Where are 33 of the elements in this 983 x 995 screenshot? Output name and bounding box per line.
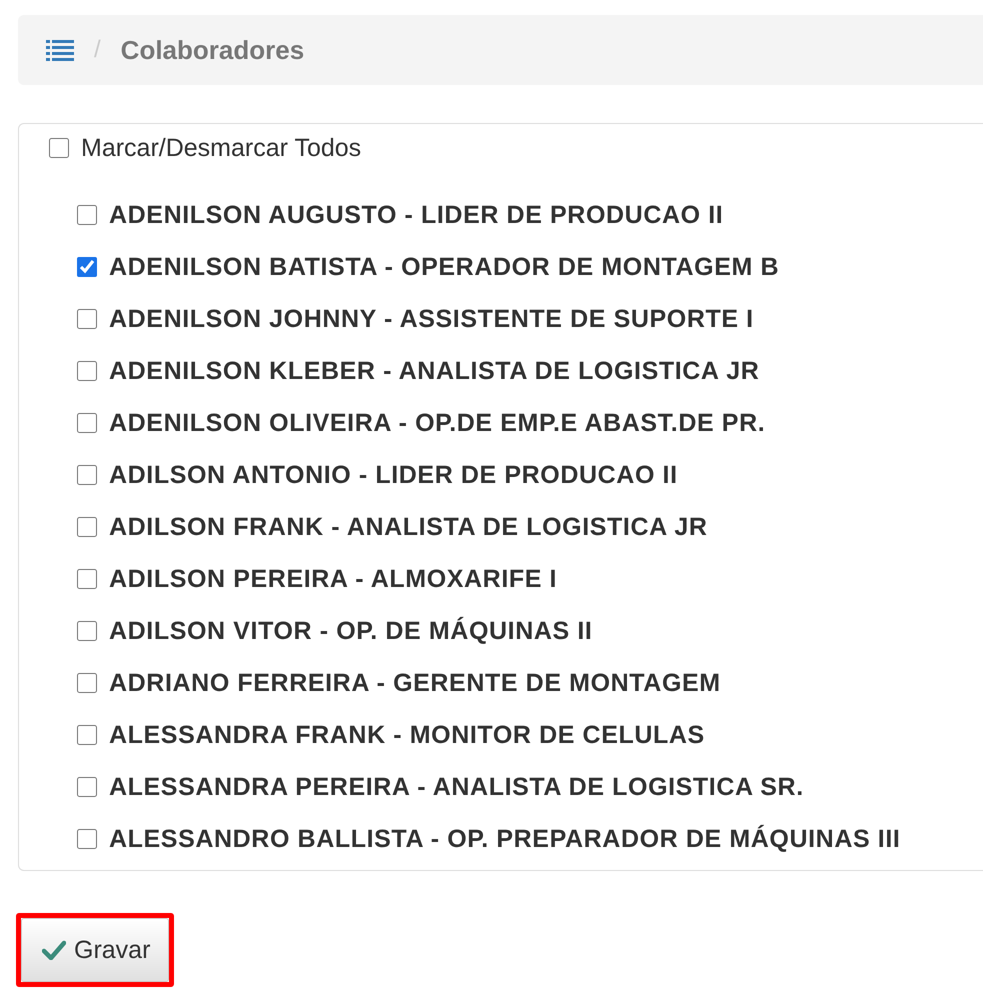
employee-checkbox[interactable] bbox=[77, 205, 97, 225]
employee-label[interactable]: ADENILSON AUGUSTO - LIDER DE PRODUCAO II bbox=[109, 200, 724, 230]
employee-label[interactable]: ADENILSON BATISTA - OPERADOR DE MONTAGEM B bbox=[109, 252, 780, 282]
employee-checkbox[interactable] bbox=[77, 465, 97, 485]
employee-label[interactable]: ADRIANO FERREIRA - GERENTE DE MONTAGEM bbox=[109, 668, 721, 698]
employee-label[interactable]: ALESSANDRA FRANK - MONITOR DE CELULAS bbox=[109, 720, 705, 750]
employee-label[interactable]: ADILSON VITOR - OP. DE MÁQUINAS II bbox=[109, 616, 592, 646]
employee-label[interactable]: ALESSANDRA PEREIRA - ANALISTA DE LOGISTICA SR. bbox=[109, 772, 804, 802]
employee-label[interactable]: ADILSON ANTONIO - LIDER DE PRODUCAO II bbox=[109, 460, 678, 490]
employee-checkbox[interactable] bbox=[77, 309, 97, 329]
page-title: Colaboradores bbox=[120, 34, 304, 66]
employee-checkbox[interactable] bbox=[77, 725, 97, 745]
employee-checkbox[interactable] bbox=[77, 569, 97, 589]
check-icon bbox=[42, 940, 66, 960]
employee-checkbox[interactable] bbox=[77, 829, 97, 849]
employee-label[interactable]: ADENILSON JOHNNY - ASSISTENTE DE SUPORTE I bbox=[109, 304, 754, 334]
employee-checkbox[interactable] bbox=[77, 257, 97, 277]
employee-checkbox[interactable] bbox=[77, 413, 97, 433]
list-icon[interactable] bbox=[46, 39, 74, 61]
employee-checkbox[interactable] bbox=[77, 517, 97, 537]
breadcrumb-separator: / bbox=[94, 36, 101, 64]
employee-checkbox[interactable] bbox=[77, 777, 97, 797]
employee-label[interactable]: ADILSON FRANK - ANALISTA DE LOGISTICA JR bbox=[109, 512, 708, 542]
employee-checkbox[interactable] bbox=[77, 621, 97, 641]
employee-checkbox[interactable] bbox=[77, 361, 97, 381]
employee-label[interactable]: ALESSANDRO BALLISTA - OP. PREPARADOR DE MÁQUINAS III bbox=[109, 824, 900, 854]
employee-label[interactable]: ADILSON PEREIRA - ALMOXARIFE I bbox=[109, 564, 558, 594]
select-all-label[interactable]: Marcar/Desmarcar Todos bbox=[81, 134, 362, 162]
save-button[interactable]: Gravar bbox=[21, 918, 170, 982]
select-all-checkbox[interactable] bbox=[49, 138, 69, 158]
employee-checkbox[interactable] bbox=[77, 673, 97, 693]
employee-label[interactable]: ADENILSON OLIVEIRA - OP.DE EMP.E ABAST.DE PR. bbox=[109, 408, 766, 438]
employee-label[interactable]: ADENILSON KLEBER - ANALISTA DE LOGISTICA JR bbox=[109, 356, 760, 386]
